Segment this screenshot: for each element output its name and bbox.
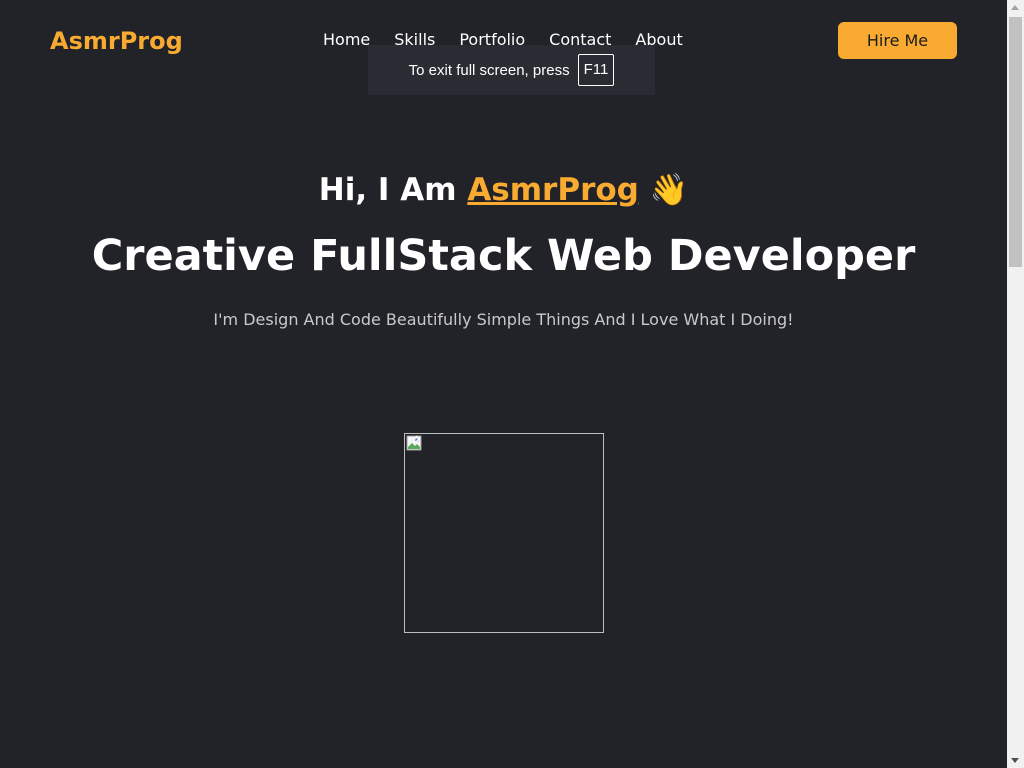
hero-title: Creative FullStack Web Developer xyxy=(91,231,916,281)
scroll-up-icon[interactable] xyxy=(1011,5,1019,10)
hero-greeting: Hi, I Am AsmrProg 👋 xyxy=(0,168,1007,212)
hire-me-button[interactable]: Hire Me xyxy=(838,22,957,59)
greeting-prefix: Hi, I Am xyxy=(318,172,457,208)
logo[interactable]: AsmrProg xyxy=(50,26,183,56)
fullscreen-exit-toast: To exit full screen, press F11 xyxy=(368,45,655,95)
page: AsmrProg Home Skills Portfolio Contact A… xyxy=(0,0,1007,768)
scrollbar-thumb[interactable] xyxy=(1009,17,1022,267)
hero-image xyxy=(404,433,604,633)
vertical-scrollbar[interactable] xyxy=(1007,0,1024,768)
toast-key: F11 xyxy=(577,54,615,86)
hero-subtitle: I'm Design And Code Beautifully Simple T… xyxy=(213,310,794,329)
nav-home[interactable]: Home xyxy=(323,30,370,50)
hero-name-link[interactable]: AsmrProg xyxy=(467,172,639,208)
waving-hand-icon: 👋 xyxy=(649,172,689,208)
scroll-down-icon[interactable] xyxy=(1011,758,1019,763)
toast-text: To exit full screen, press xyxy=(408,61,570,79)
broken-image-icon xyxy=(406,435,422,451)
